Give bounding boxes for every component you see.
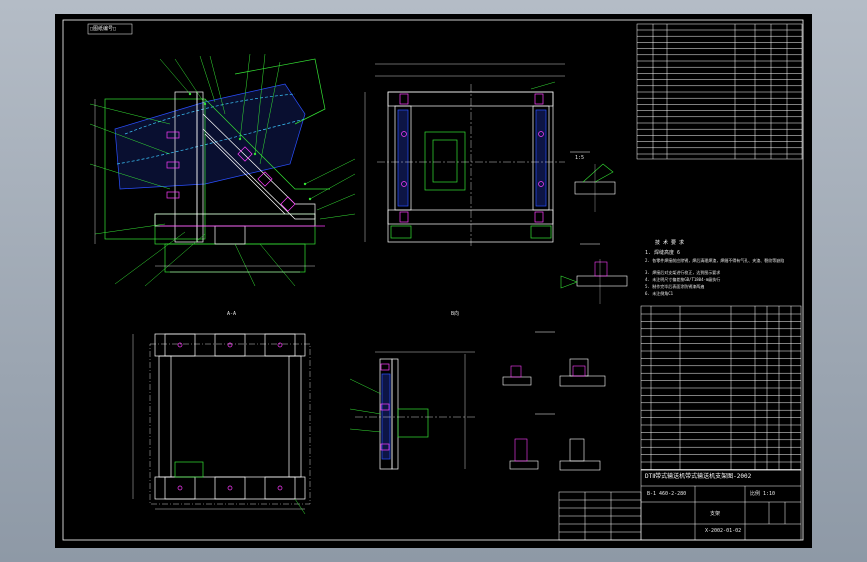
drawing-sheet: □图纸编号□ A-A B向 1:5 技 术 要 求 1. 焊缝高度 6 2. 各… xyxy=(55,14,812,548)
view-a-label: A-A xyxy=(227,311,237,317)
note-5: 5. 制作完毕后表面涂防锈漆两遍 xyxy=(645,284,705,289)
front-view-assembly xyxy=(89,53,356,287)
note-3: 3. 焊接后对支架进行校正，达到图示要求 xyxy=(645,270,721,275)
top-right-parts-table xyxy=(636,23,803,160)
scale-label: 比例 1:10 xyxy=(750,491,776,497)
drawing-number: B-1 460-2-280 xyxy=(647,491,687,497)
bill-of-materials xyxy=(640,305,802,471)
title-block xyxy=(558,469,802,541)
sheet-number: X-2002-01-02 xyxy=(705,528,742,534)
section-detail-2 xyxy=(560,243,628,304)
main-title: DTⅡ带式输送机带式输送机支架图-2002 xyxy=(645,473,752,480)
view-a-a xyxy=(132,333,311,515)
notes-heading: 技 术 要 求 xyxy=(655,240,685,246)
note-1: 1. 焊缝高度 6 xyxy=(645,250,681,256)
top-view-plan xyxy=(364,63,565,246)
view-b-label: B向 xyxy=(451,311,460,317)
detail-ratio-label: 1:5 xyxy=(575,155,585,161)
note-6: 6. 未注倒角C1 xyxy=(645,291,674,296)
corner-tag: □图纸编号□ xyxy=(90,26,117,32)
note-4: 4. 未注明尺寸偏差按GB/T1804-m级执行 xyxy=(645,277,721,282)
view-b xyxy=(349,351,475,470)
section-detail-1 xyxy=(570,151,616,212)
sub-title: 支架 xyxy=(710,511,721,517)
detail-views-middle xyxy=(502,331,606,471)
note-2: 2. 各零件焊接前应除锈，焊后清理焊渣，焊缝不得有气孔、夹渣、裂纹等缺陷 xyxy=(645,258,785,263)
cad-viewport[interactable]: □图纸编号□ A-A B向 1:5 技 术 要 求 1. 焊缝高度 6 2. 各… xyxy=(0,0,867,562)
